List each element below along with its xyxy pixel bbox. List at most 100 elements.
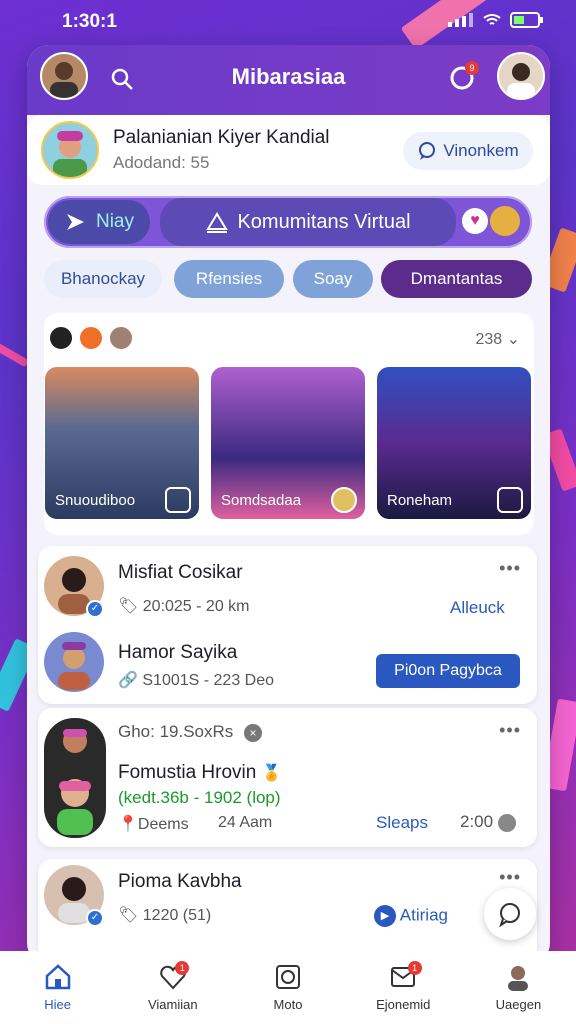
top-bar: Mibarasiaa 9 (27, 45, 550, 115)
primary-action-button[interactable]: Pi0on Pagybca (376, 654, 520, 688)
contact-meta: 🏷 20:025 - 20 km (118, 598, 250, 615)
heart-icon[interactable]: ♥ (462, 208, 488, 234)
notifications-button[interactable]: 9 (447, 61, 479, 93)
confetti-decoration (0, 340, 30, 368)
segment-control: Niay Komumitans Virtual ♥ (44, 196, 532, 248)
post-header: Gho: 19.SoxRs × (118, 722, 263, 742)
emoji-icon: 🏅 (261, 765, 282, 782)
wifi-icon (483, 14, 501, 25)
story-icon[interactable] (108, 325, 134, 351)
chip-3[interactable]: Dmantantas (381, 260, 532, 298)
nav-label: Uaegen (495, 997, 542, 1012)
chip-1[interactable]: Rfensies (174, 260, 284, 298)
filter-chips: Bhanockay Rfensies Soay Dmantantas (44, 260, 533, 298)
play-icon (66, 214, 84, 230)
story-icon[interactable] (48, 325, 74, 351)
verified-icon: ✓ (86, 909, 104, 927)
segment-left-label: Niay (95, 211, 134, 232)
nav-badge: 1 (407, 961, 422, 975)
nav-label: Ejonemid (376, 997, 431, 1012)
avatar-icon[interactable] (331, 487, 357, 513)
nav-camera[interactable]: Moto (230, 951, 345, 1024)
bottom-nav: Hiee 1 Viamiian Moto 1 Ejonemid Uaegen (0, 951, 576, 1024)
nav-label: Viamiian (147, 997, 198, 1012)
notification-badge: 9 (465, 61, 479, 75)
profile-action-button[interactable]: Vinonkem (403, 132, 533, 170)
profile-card: Palanianian Kiyer Kandial Adodand: 55 Vi… (27, 115, 550, 185)
nav-label: Moto (273, 997, 303, 1012)
tag-icon: 🏷 (118, 598, 143, 615)
nav-profile[interactable]: Uaegen (461, 951, 576, 1024)
tag-icon: 🏷 (118, 907, 143, 924)
gallery-tile[interactable]: Roneham (377, 367, 531, 519)
story-icon[interactable] (78, 325, 104, 351)
app-window: Mibarasiaa 9 Palanianian Kiyer Kandial A… (27, 45, 550, 965)
verified-icon: ✓ (86, 600, 104, 618)
chat-icon (419, 142, 436, 160)
contact-avatar[interactable] (44, 632, 104, 692)
nav-favorites[interactable]: 1 Viamiian (115, 951, 230, 1024)
status-bar: 1:30:1 (0, 0, 576, 44)
profile-avatar[interactable] (41, 121, 99, 179)
person-icon (53, 131, 87, 177)
gallery-count: 238 (475, 331, 503, 348)
chat-bubble-icon (499, 903, 520, 927)
link-icon: 🔗 (118, 672, 143, 689)
post-action-link[interactable]: Sleaps (376, 813, 428, 833)
segment-center-label: Komumitans Virtual (237, 210, 411, 233)
segment-left[interactable]: Niay (48, 200, 150, 244)
post-location: 📍Deems (118, 816, 189, 833)
gallery-count-dropdown[interactable]: 238 ⌄ (475, 329, 520, 349)
close-icon[interactable]: × (244, 724, 263, 742)
nav-home[interactable]: Hiee (0, 951, 115, 1024)
home-icon (44, 963, 72, 991)
contact-name: Hamor Sayika (118, 642, 238, 663)
nav-label: Hiee (44, 997, 71, 1012)
post-meta: 🏷 1220 (51) (118, 907, 212, 924)
post-time-ago: 24 Aam (218, 814, 273, 831)
chat-fab[interactable] (484, 888, 536, 940)
contact-name: Misfiat Cosikar (118, 562, 243, 583)
chip-0[interactable]: Bhanockay (44, 260, 162, 298)
person-icon (507, 63, 535, 98)
contact-avatar[interactable] (497, 52, 545, 100)
profile-name: Palanianian Kiyer Kandial (113, 127, 330, 148)
segment-avatar[interactable] (490, 206, 520, 236)
battery-icon (510, 12, 543, 28)
person-icon (58, 642, 90, 690)
profile-subtitle: Adodand: 55 (113, 153, 210, 172)
more-icon[interactable]: ••• (499, 558, 521, 579)
more-icon[interactable]: ••• (499, 720, 521, 741)
post-action-link[interactable]: ▶ Atiriag (374, 905, 448, 927)
contact-meta: 🔗 S1001S - 223 Deo (118, 672, 275, 689)
contact-action-link[interactable]: Alleuck (450, 598, 505, 618)
tile-caption: Roneham (387, 492, 453, 509)
gallery-tile[interactable]: Snuoudiboo (45, 367, 199, 519)
gallery-card: 238 ⌄ Snuoudiboo Somdsadaa Roneham (44, 313, 534, 535)
post-card: ✓ Pioma Kavbha ••• 🏷 1220 (51) ▶ Atiriag (38, 859, 537, 965)
tile-caption: Somdsadaa (221, 492, 302, 509)
signal-icon (448, 13, 473, 27)
user-icon (504, 963, 532, 991)
play-icon: ▶ (374, 905, 396, 927)
post-avatar[interactable] (44, 718, 106, 838)
community-icon (206, 212, 229, 233)
people-icon (57, 729, 93, 835)
status-time: 1:30:1 (62, 11, 117, 32)
chevron-down-icon: ⌄ (506, 331, 520, 348)
segment-center[interactable]: Komumitans Virtual (160, 198, 456, 246)
post-subtitle: (kedt.36b - 1902 (lop) (118, 788, 281, 807)
pin-icon: 📍 (118, 816, 138, 833)
gallery-tile[interactable]: Somdsadaa (211, 367, 365, 519)
more-icon[interactable]: ••• (499, 867, 521, 888)
chip-2[interactable]: Soay (293, 260, 373, 298)
profile-action-label: Vinonkem (443, 141, 519, 160)
nav-messages[interactable]: 1 Ejonemid (346, 951, 461, 1024)
share-icon[interactable] (165, 487, 191, 513)
post-title: Fomustia Hrovin 🏅 (118, 762, 282, 783)
nav-badge: 1 (175, 961, 190, 975)
share-icon[interactable] (497, 487, 523, 513)
status-icons (448, 12, 544, 28)
post-time: 2:00 (460, 812, 516, 832)
chat-icon[interactable] (497, 813, 516, 832)
